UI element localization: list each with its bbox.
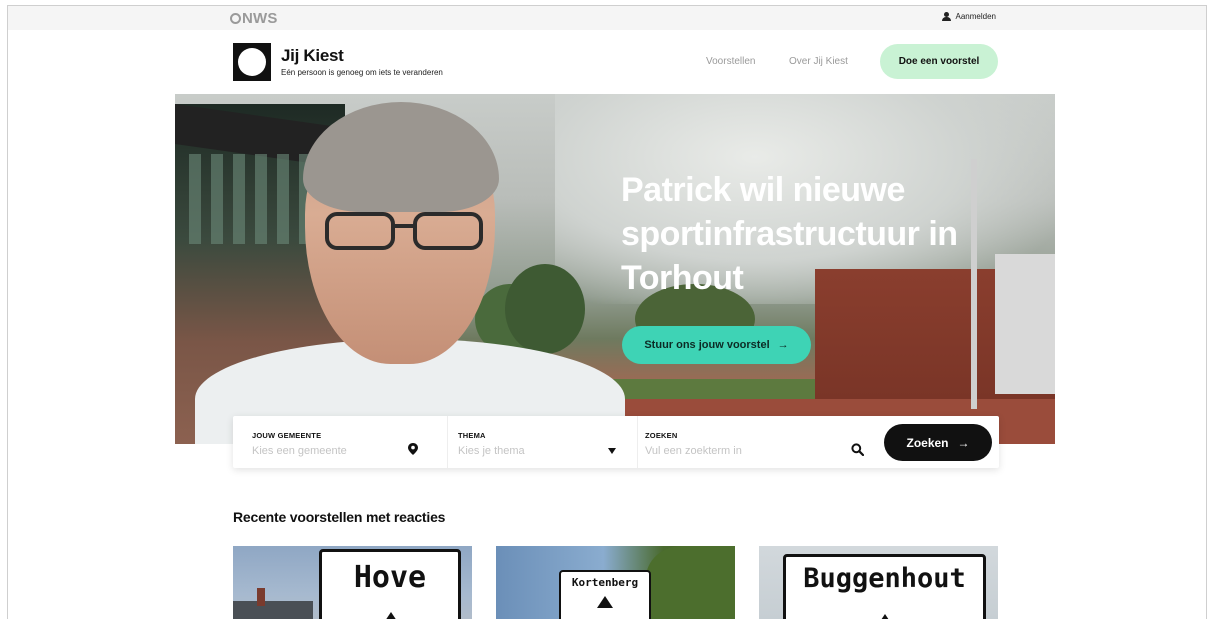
zoeken-input[interactable]: Vul een zoekterm in [645, 445, 742, 457]
utility-bar: NWS Aanmelden [8, 6, 1206, 30]
search-icon[interactable] [851, 443, 864, 456]
doe-een-voorstel-button[interactable]: Doe een voorstel [880, 44, 998, 79]
proposal-card[interactable]: Hove [233, 546, 472, 619]
zoeken-button-label: Zoeken [906, 435, 949, 450]
chevron-down-icon[interactable] [608, 448, 616, 454]
hero-tree [505, 264, 585, 354]
card-tree [646, 546, 735, 619]
sign-arrow-icon [383, 612, 399, 619]
thema-field[interactable]: THEMA Kies je thema [447, 416, 617, 468]
brand-title[interactable]: Jij Kiest [281, 46, 344, 66]
town-sign: Hove [319, 549, 461, 619]
gemeente-field[interactable]: JOUW GEMEENTE Kies een gemeente [252, 416, 422, 468]
town-sign: Kortenberg [559, 570, 651, 619]
browser-viewport: NWS Aanmelden Jij Kiest Eén persoon is g… [7, 5, 1207, 619]
card-chimney [257, 588, 265, 606]
town-sign: Buggenhout [783, 554, 986, 619]
hero-window [233, 154, 245, 244]
logo-circle [238, 48, 266, 76]
hero-person-glasses [325, 212, 485, 252]
sign-arrow-icon [597, 596, 613, 608]
nav-over-jij-kiest[interactable]: Over Jij Kiest [789, 56, 848, 67]
nws-logo-text: NWS [242, 10, 278, 27]
glasses-bridge [393, 224, 415, 228]
stuur-voorstel-button[interactable]: Stuur ons jouw voorstel → [622, 326, 811, 364]
hero-cta-label: Stuur ons jouw voorstel [644, 339, 770, 351]
gemeente-label: JOUW GEMEENTE [252, 431, 322, 440]
zoeken-field[interactable]: ZOEKEN Vul een zoekterm in [637, 416, 877, 468]
login-link[interactable]: Aanmelden [941, 12, 996, 21]
arrow-right-icon: → [777, 339, 789, 351]
proposal-card[interactable]: Buggenhout [759, 546, 998, 619]
hero-title: Patrick wil nieuwe sportinfrastructuur i… [621, 171, 958, 297]
hero-building-annex [995, 254, 1055, 394]
jij-kiest-logo[interactable] [233, 43, 271, 81]
location-pin-icon[interactable] [408, 443, 418, 455]
user-icon [941, 12, 951, 21]
recent-proposals-title: Recente voorstellen met reacties [233, 509, 446, 525]
proposal-card[interactable]: Kortenberg [496, 546, 735, 619]
zoeken-label: ZOEKEN [645, 431, 678, 440]
hero-window [277, 154, 289, 244]
site-header: Jij Kiest Eén persoon is genoeg om iets … [8, 30, 1206, 94]
nws-logo-circle [230, 13, 241, 24]
nav-voorstellen[interactable]: Voorstellen [706, 56, 755, 67]
sign-arrow-icon [877, 614, 893, 619]
thema-select[interactable]: Kies je thema [458, 445, 525, 457]
card-roof [233, 601, 313, 619]
hero-window [189, 154, 201, 244]
gemeente-input[interactable]: Kies een gemeente [252, 445, 347, 457]
hero-window [255, 154, 267, 244]
arrow-right-icon: → [957, 435, 970, 450]
vrt-nws-logo[interactable]: NWS [230, 10, 278, 27]
glasses-lens [325, 212, 395, 250]
brand-subtitle: Eén persoon is genoeg om iets te verande… [281, 68, 443, 77]
hero-banner: Patrick wil nieuwe sportinfrastructuur i… [175, 94, 1055, 444]
glasses-lens [413, 212, 483, 250]
hero-window [211, 154, 223, 244]
login-label: Aanmelden [955, 12, 996, 21]
thema-label: THEMA [458, 431, 486, 440]
zoeken-button[interactable]: Zoeken → [884, 424, 992, 461]
search-bar: JOUW GEMEENTE Kies een gemeente THEMA Ki… [233, 416, 999, 468]
